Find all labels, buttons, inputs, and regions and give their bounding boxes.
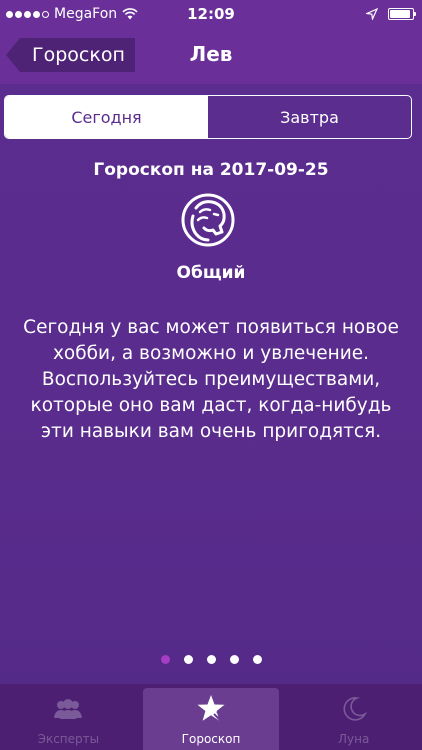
- battery-icon: [388, 8, 416, 20]
- status-time: 12:09: [187, 5, 235, 23]
- day-segmented-control: Сегодня Завтра: [4, 95, 412, 139]
- tab-horoscope-label: Гороскоп: [181, 732, 241, 746]
- page-indicator[interactable]: [0, 655, 422, 664]
- battery-level: [390, 10, 410, 18]
- page-dot[interactable]: [252, 655, 262, 664]
- people-icon: [54, 699, 83, 719]
- leo-icon: [181, 193, 235, 247]
- page-dot[interactable]: [160, 655, 170, 664]
- moon-icon: [343, 697, 367, 721]
- page-dot[interactable]: [183, 655, 193, 664]
- tab-bar: Эксперты Гороскоп Луна: [0, 684, 422, 750]
- status-bar: MegaFon 12:09: [0, 0, 422, 28]
- navigation-bar: Гороскоп Лев: [0, 28, 422, 84]
- page-dot[interactable]: [229, 655, 239, 664]
- status-right: [366, 0, 416, 28]
- page-title: Лев: [189, 42, 233, 66]
- tab-experts-label: Эксперты: [37, 732, 100, 746]
- tab-moon[interactable]: Луна: [285, 684, 422, 750]
- location-arrow-icon: [366, 8, 378, 20]
- tab-horoscope[interactable]: Гороскоп: [142, 688, 280, 750]
- tab-experts[interactable]: Эксперты: [0, 684, 137, 750]
- horoscope-date-heading: Гороскоп на 2017-09-25: [93, 160, 329, 180]
- horoscope-text: Сегодня у вас может появиться новое хобб…: [23, 317, 399, 442]
- segment-today[interactable]: Сегодня: [5, 96, 208, 138]
- page-dot[interactable]: [206, 655, 216, 664]
- segment-tomorrow[interactable]: Завтра: [208, 96, 411, 138]
- star-icon: [197, 695, 226, 723]
- horoscope-category: Общий: [176, 263, 246, 283]
- tab-moon-label: Луна: [338, 732, 370, 746]
